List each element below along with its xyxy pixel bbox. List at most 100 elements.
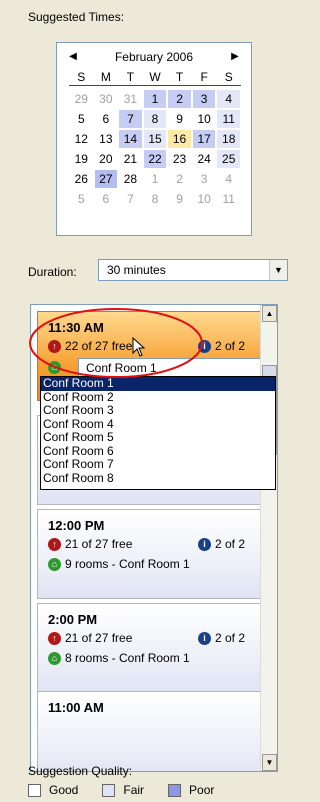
calendar-day[interactable]: 1	[144, 170, 167, 188]
calendar-day[interactable]: 25	[217, 150, 240, 168]
free-count-text: 21 of 27 free	[65, 631, 133, 645]
weekday-label: S	[77, 70, 86, 84]
duration-select[interactable]: 30 minutes ▼	[98, 259, 288, 281]
calendar-day[interactable]: 1	[143, 90, 167, 108]
weekday-label: W	[149, 70, 161, 84]
calendar-day[interactable]: 24	[193, 150, 216, 168]
suggestion-card[interactable]: 2:00 PM ↑ 21 of 27 free i 2 of 2 ⌂ 8 rooms - C…	[37, 603, 262, 693]
calendar-day[interactable]: 9	[168, 110, 191, 128]
calendar-day[interactable]: 4	[217, 170, 240, 188]
calendar-day[interactable]: 15	[143, 130, 167, 148]
quality-swatch	[28, 783, 41, 797]
calendar-day[interactable]: 2	[168, 170, 191, 188]
suggestion-card[interactable]: 11:00 AM	[37, 691, 262, 771]
calendar-day[interactable]: 17	[192, 130, 216, 148]
calendar-month-label: February 2006	[114, 50, 194, 64]
suggestion-time: 11:00 AM	[48, 700, 104, 715]
quality-legend-item[interactable]: Fair	[102, 783, 144, 797]
calendar-header: ◀ February 2006 ▶	[57, 49, 251, 65]
calendar-day[interactable]: 29	[70, 90, 93, 108]
duration-value: 30 minutes	[107, 263, 166, 277]
calendar-day[interactable]: 8	[143, 110, 167, 128]
calendar-day[interactable]: 11	[217, 190, 240, 208]
calendar-day[interactable]: 7	[119, 110, 142, 128]
weekday-label: S	[224, 70, 233, 84]
attendee-count: i2 of 2	[198, 631, 245, 645]
calendar-day[interactable]: 16	[168, 130, 191, 148]
calendar-day[interactable]: 6	[95, 110, 118, 128]
calendar-day[interactable]: 18	[217, 130, 240, 148]
attendee-count: i 2 of 2	[198, 537, 245, 551]
calendar-day-grid[interactable]: 29 30 31 1 2 3 4 5 6 7 8 9 10 11 12 13 14 15 16 17 18 19 20 21 2…	[69, 89, 241, 209]
quality-legend: Good Fair Poor	[28, 782, 238, 798]
calendar-day[interactable]: 6	[95, 190, 118, 208]
quality-legend-title: Suggestion Quality:	[28, 764, 133, 778]
room-dropdown-list[interactable]: Conf Room 1 Conf Room 2 Conf Room 3 Conf Ro…	[40, 376, 276, 490]
info-blue-circle-icon: i	[198, 537, 211, 551]
attendee-count-text: 2 of 2	[215, 537, 246, 551]
room-option[interactable]: Conf Room 4	[41, 417, 275, 432]
weekday-label: T	[126, 70, 135, 84]
quality-swatch	[168, 783, 182, 797]
dropdown-arrow-icon[interactable]: ▼	[269, 260, 287, 280]
calendar-day[interactable]: 11	[217, 110, 240, 128]
room-summary: ⌂ 8 rooms - Conf Room 1	[48, 651, 190, 665]
highlight-ellipse	[29, 308, 203, 378]
suggestion-card[interactable]: 12:00 PM ↑ 21 of 27 free i 2 of 2 ⌂ 9 rooms - …	[37, 509, 262, 599]
calendar-day[interactable]: 30	[95, 90, 118, 108]
free-count: ↑ 21 of 27 free	[48, 537, 132, 551]
info-blue-circle-icon: i	[198, 631, 211, 645]
free-count: ↑ 21 of 27 free	[48, 631, 132, 645]
list-scrollbar[interactable]: ▲ ▼	[260, 305, 277, 771]
month-calendar[interactable]: ◀ February 2006 ▶ SMTWTFS 29 30 31 1 2 3 4 5 6 7 8…	[56, 42, 252, 236]
calendar-day[interactable]: 14	[119, 130, 142, 148]
quality-label: Good	[49, 783, 79, 797]
calendar-day[interactable]: 10	[193, 190, 216, 208]
calendar-day[interactable]: 28	[119, 170, 142, 188]
calendar-day[interactable]: 8	[144, 190, 167, 208]
next-month-icon[interactable]: ▶	[227, 49, 243, 65]
calendar-day[interactable]: 10	[193, 110, 216, 128]
calendar-day[interactable]: 3	[192, 90, 216, 108]
scroll-down-icon[interactable]: ▼	[262, 754, 277, 771]
calendar-day[interactable]: 31	[119, 90, 142, 108]
calendar-day[interactable]: 13	[95, 130, 118, 148]
calendar-day[interactable]: 5	[70, 110, 93, 128]
calendar-day[interactable]: 12	[70, 130, 93, 148]
room-option[interactable]: Conf Room 3	[41, 403, 275, 418]
duration-label: Duration:	[28, 265, 77, 279]
quality-legend-item[interactable]: Good	[28, 783, 78, 797]
room-option[interactable]: Conf Room 2	[41, 390, 275, 405]
room-summary-text: 8 rooms - Conf Room 1	[65, 651, 190, 665]
scroll-up-icon[interactable]: ▲	[262, 305, 277, 322]
attendee-count-text: 2 of 2	[215, 339, 246, 353]
calendar-day[interactable]: 22	[143, 150, 167, 168]
room-option[interactable]: Conf Room 6	[41, 444, 275, 459]
calendar-day[interactable]: 2	[168, 90, 191, 108]
calendar-day[interactable]: 5	[70, 190, 93, 208]
calendar-day[interactable]: 3	[193, 170, 216, 188]
room-option[interactable]: Conf Room 8	[41, 471, 275, 486]
calendar-day[interactable]: 26	[70, 170, 93, 188]
room-summary: ⌂ 9 rooms - Conf Room 1	[48, 557, 190, 571]
calendar-day[interactable]: 7	[119, 190, 142, 208]
suggestion-time: 12:00 PM	[48, 518, 105, 533]
room-option[interactable]: Conf Room 5	[41, 430, 275, 445]
suggested-times-title: Suggested Times:	[28, 10, 125, 24]
room-option[interactable]: Conf Room 7	[41, 457, 275, 472]
calendar-day[interactable]: 4	[217, 90, 240, 108]
calendar-day[interactable]: 23	[168, 150, 191, 168]
weekday-label: T	[175, 70, 184, 84]
mouse-cursor-icon	[132, 337, 146, 357]
calendar-day[interactable]: 9	[168, 190, 191, 208]
calendar-day[interactable]: 21	[119, 150, 142, 168]
arrow-up-red-circle-icon: ↑	[48, 631, 61, 645]
calendar-day[interactable]: 27	[94, 170, 118, 188]
attendee-count: i2 of 2	[198, 339, 245, 353]
house-green-circle-icon: ⌂	[48, 651, 61, 665]
calendar-day[interactable]: 19	[70, 150, 93, 168]
arrow-up-red-circle-icon: ↑	[48, 537, 61, 551]
room-summary-text: 9 rooms - Conf Room 1	[65, 557, 190, 571]
calendar-day[interactable]: 20	[95, 150, 118, 168]
quality-legend-item[interactable]: Poor	[168, 783, 214, 797]
